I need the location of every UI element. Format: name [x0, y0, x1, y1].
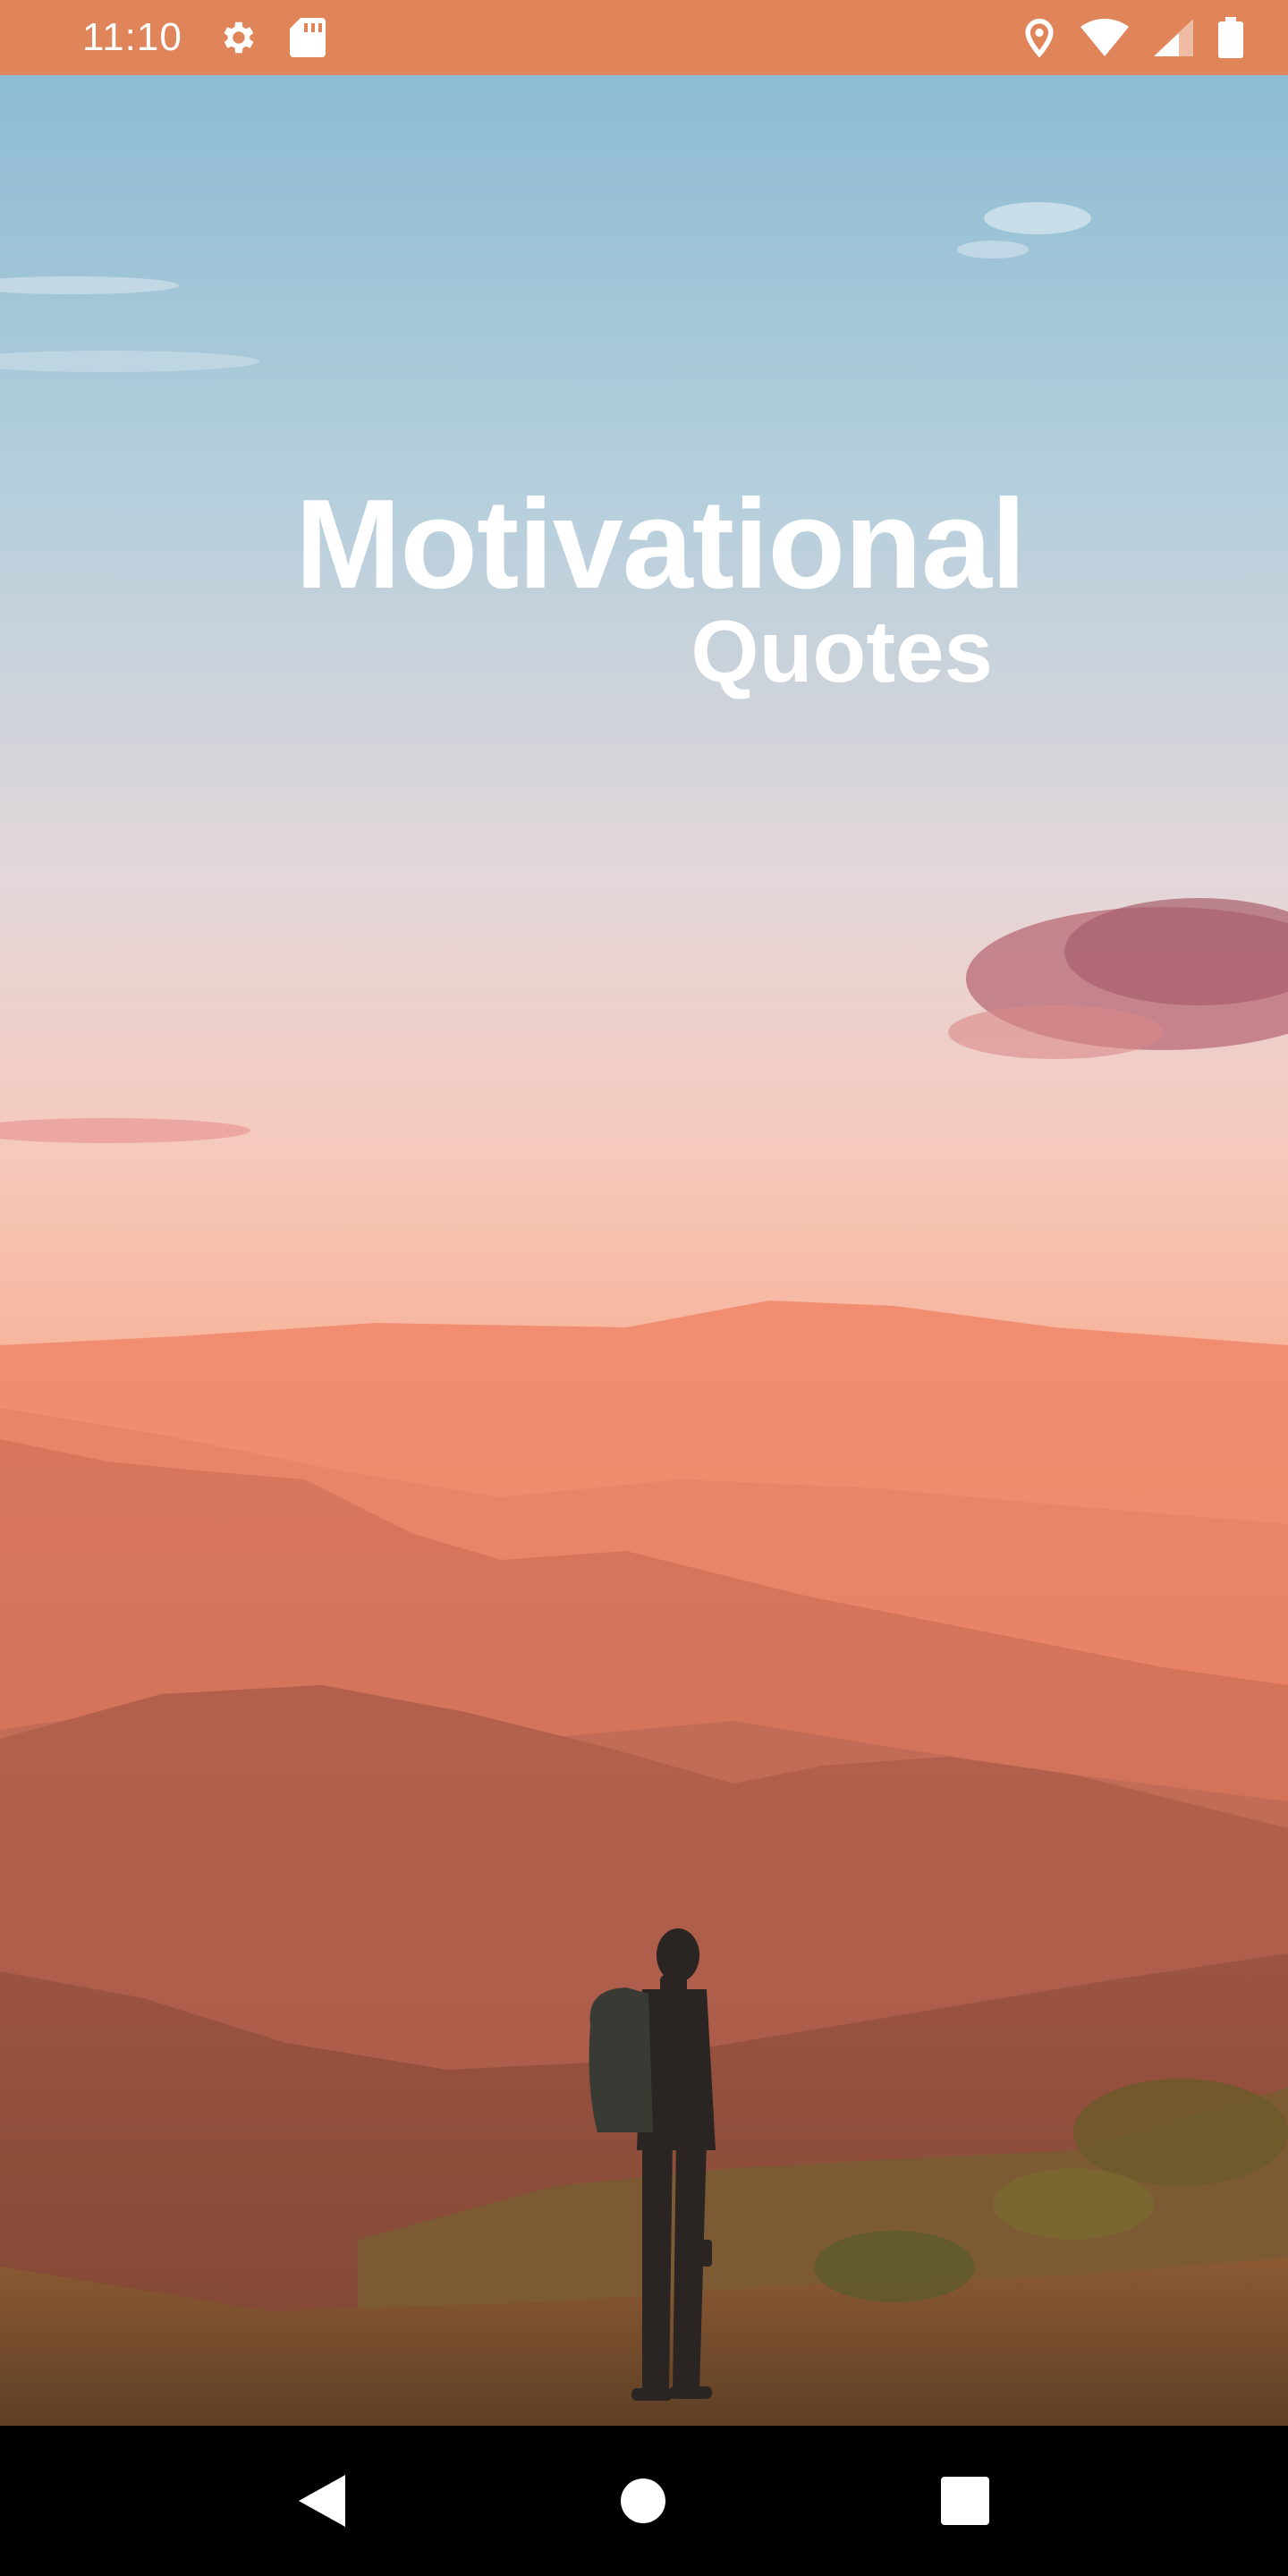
sunset-landscape-image [0, 75, 1288, 2426]
wifi-icon [1080, 19, 1129, 56]
recents-icon[interactable] [941, 2477, 989, 2525]
status-left-icons [216, 17, 326, 58]
splash-background: Motivational Quotes [0, 75, 1288, 2426]
status-time: 11:10 [82, 15, 182, 59]
app-subtitle: Quotes [691, 602, 993, 700]
battery-icon [1218, 17, 1243, 58]
navigation-bar [0, 2426, 1288, 2576]
status-right-icons [1023, 17, 1252, 58]
location-icon [1023, 18, 1055, 57]
app-title: Motivational [295, 473, 1026, 615]
gear-icon [216, 17, 258, 58]
status-bar: 11:10 [0, 0, 1288, 75]
home-icon[interactable] [621, 2479, 665, 2523]
app-title-block: Motivational Quotes [295, 473, 1026, 700]
signal-icon [1154, 19, 1193, 56]
back-icon[interactable] [299, 2475, 345, 2527]
sd-card-icon [289, 18, 326, 57]
